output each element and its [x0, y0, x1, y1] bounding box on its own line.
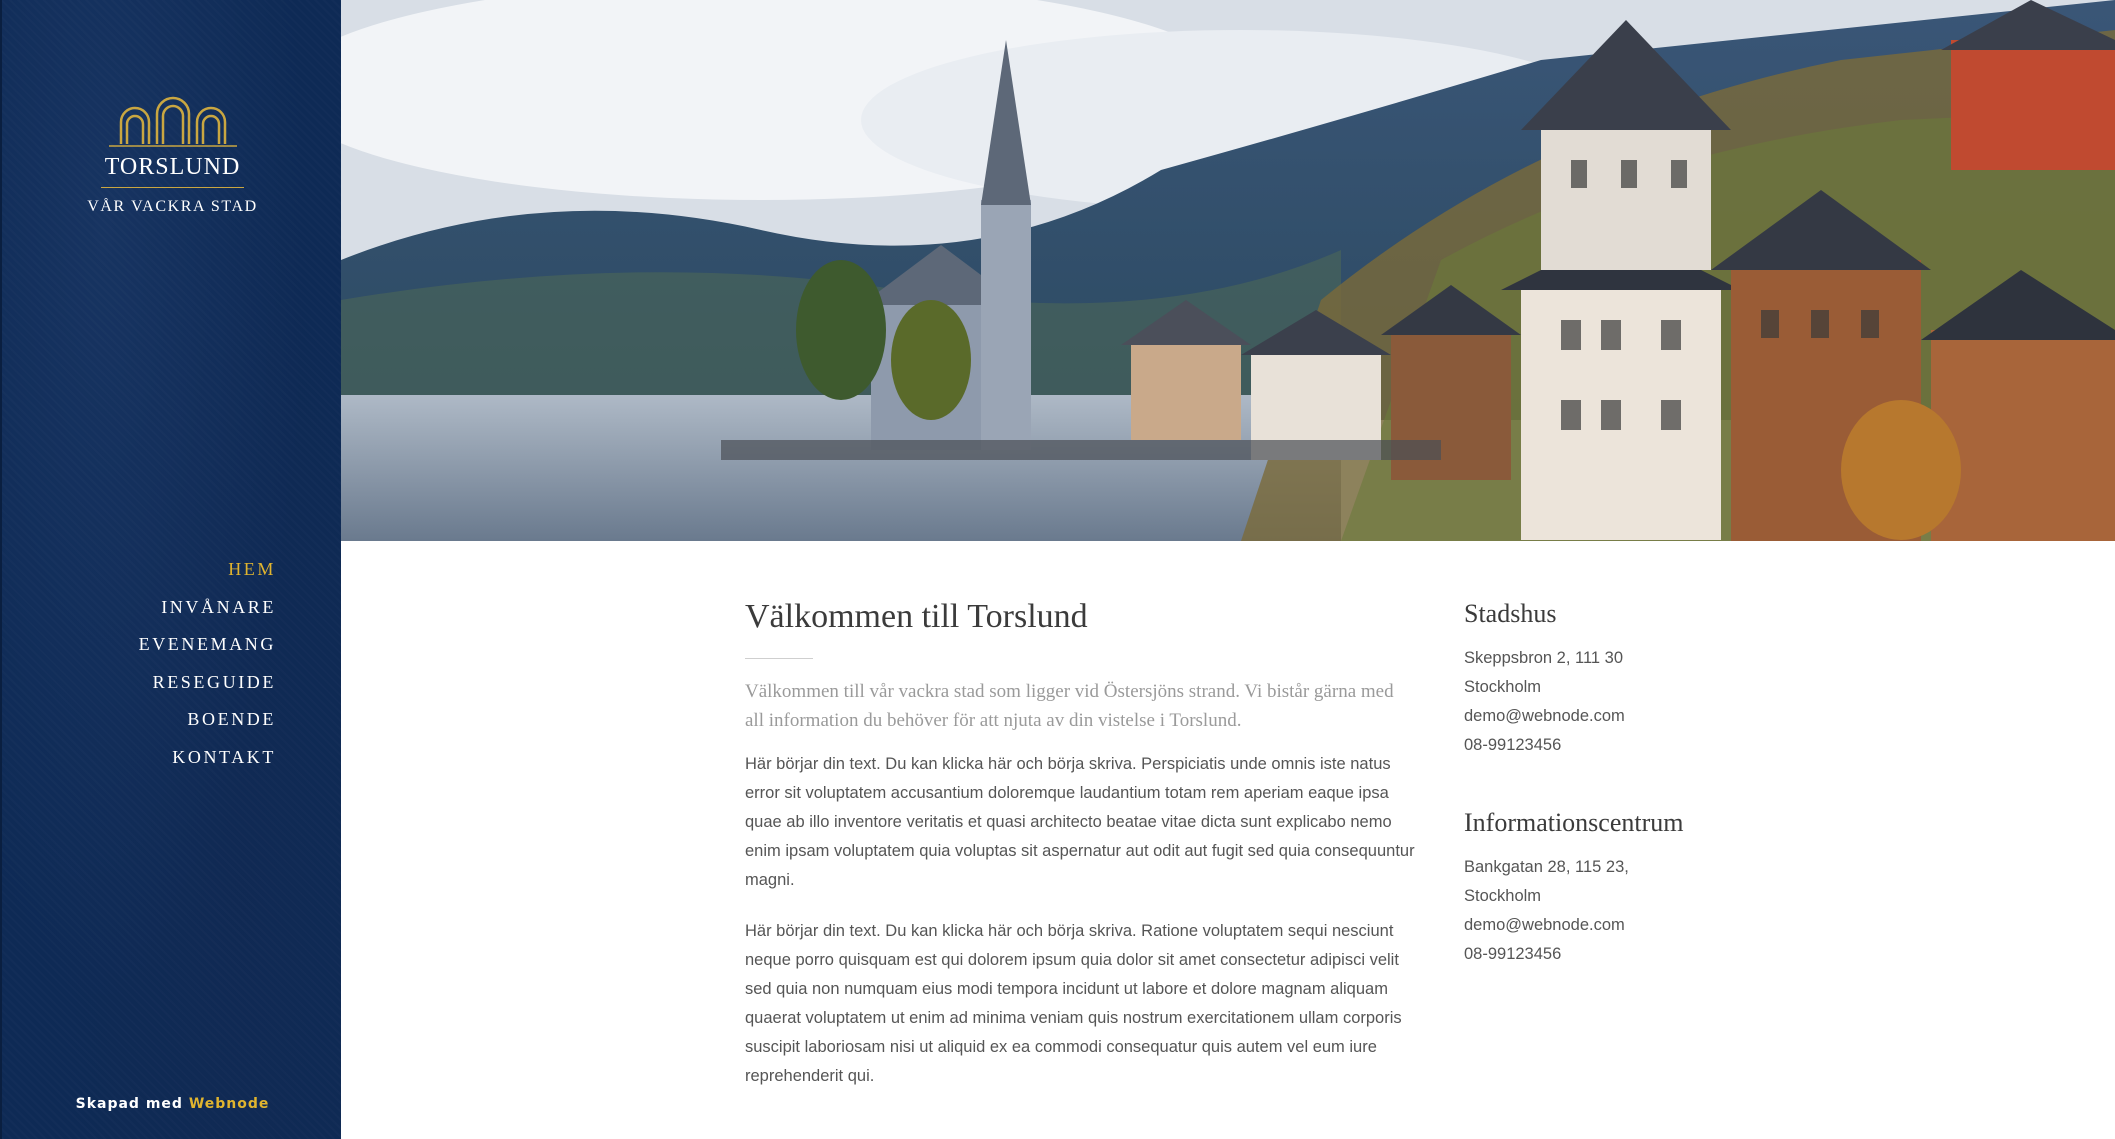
contact-title-informationscentrum: Informationscentrum [1464, 808, 1684, 837]
contact-block-stadshus: Stadshus Skeppsbron 2, 111 30 Stockholm … [1464, 597, 1694, 760]
hero-image [341, 0, 2115, 541]
contact-title-stadshus: Stadshus [1464, 599, 1557, 628]
main-content: Välkommen till Torslund Välkommen till v… [745, 595, 1416, 1091]
phone-text: 08-99123456 [1464, 945, 1562, 963]
nav-item-invanare: INVÅNARE [139, 595, 276, 633]
credit-brand-link[interactable]: Webnode [189, 1096, 270, 1112]
footer-credit: Skapad med Webnode [2, 1096, 343, 1112]
main-nav: HEM INVÅNARE EVENEMANG RESEGUIDE BOENDE … [139, 557, 276, 783]
site-name: TORSLUND [100, 152, 245, 188]
contact-block-informationscentrum: Informationscentrum Bankgatan 28, 115 23… [1464, 806, 1694, 969]
site-logo[interactable]: TORSLUND VÅR VACKRA STAD [2, 96, 343, 216]
nav-link-kontakt[interactable]: KONTAKT [172, 747, 276, 767]
lead-paragraph: Välkommen till vår vackra stad som ligge… [745, 681, 1394, 731]
title-divider [745, 658, 813, 659]
nav-item-evenemang: EVENEMANG [139, 632, 276, 670]
credit-prefix: Skapad med [75, 1096, 183, 1112]
nav-link-boende[interactable]: BOENDE [187, 709, 276, 729]
sidebar: TORSLUND VÅR VACKRA STAD HEM INVÅNARE EV… [0, 0, 341, 1139]
email-text[interactable]: demo@webnode.com [1464, 911, 1694, 940]
nav-item-boende: BOENDE [139, 707, 276, 745]
email-text[interactable]: demo@webnode.com [1464, 702, 1694, 731]
arches-logo-icon [108, 96, 237, 147]
address-line-1: Bankgatan 28, 115 23, [1464, 858, 1629, 876]
contact-sidebar: Stadshus Skeppsbron 2, 111 30 Stockholm … [1464, 597, 1694, 969]
nav-link-reseguide[interactable]: RESEGUIDE [153, 672, 276, 692]
nav-link-invanare[interactable]: INVÅNARE [161, 597, 276, 617]
site-tagline: VÅR VACKRA STAD [87, 198, 258, 215]
address-line-1: Skeppsbron 2, 111 30 [1464, 649, 1624, 667]
nav-item-reseguide: RESEGUIDE [139, 670, 276, 708]
nav-item-kontakt: KONTAKT [139, 745, 276, 783]
address-line-2: Stockholm [1464, 887, 1542, 905]
village-landscape-image [341, 0, 2115, 541]
nav-item-hem: HEM [139, 557, 276, 595]
phone-text: 08-99123456 [1464, 736, 1562, 754]
address-line-2: Stockholm [1464, 678, 1542, 696]
nav-link-hem[interactable]: HEM [228, 559, 276, 579]
body-paragraph-1: Här börjar din text. Du kan klicka här o… [745, 755, 1415, 889]
body-paragraph-2: Här börjar din text. Du kan klicka här o… [745, 922, 1402, 1085]
nav-link-evenemang[interactable]: EVENEMANG [139, 634, 276, 654]
page-title: Välkommen till Torslund [745, 598, 1088, 635]
